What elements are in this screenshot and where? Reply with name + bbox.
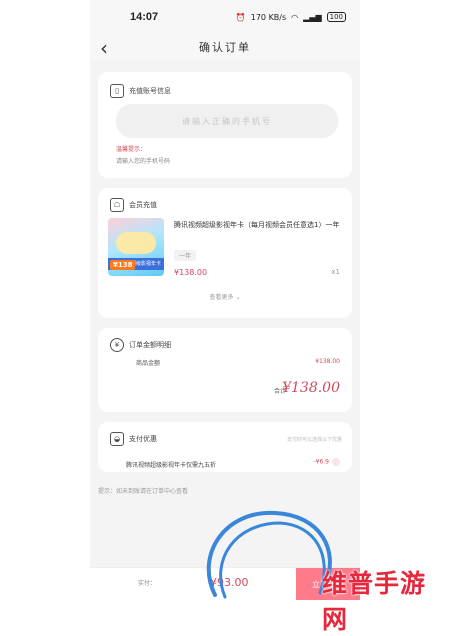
status-time: 14:07	[130, 11, 159, 23]
discount-card-title: 支付优惠	[129, 435, 157, 443]
footnote: 提示：如未到账请在订单中心查看	[98, 488, 189, 495]
discount-note: 支付时可以选择以下优惠	[286, 437, 342, 443]
goods-amount-value: ¥138.00	[315, 358, 340, 365]
product-card-title: 会员充值	[129, 201, 157, 209]
product-name: 腾讯视频超级影视年卡（每月视频会员任意选1）一年	[174, 221, 340, 229]
discount-card[interactable]: ◒ 支付优惠 支付时可以选择以下优惠 腾讯视频超级影视年卡仅需九五折 -¥6.9	[98, 422, 352, 472]
phone-icon: ▯	[110, 84, 124, 98]
product-image-art	[116, 232, 156, 254]
product-card-head: ☖ 会员充值	[110, 198, 157, 212]
wifi-icon: ◠	[291, 12, 299, 22]
product-card: ☖ 会员充值 超级影视年卡 ¥138 腾讯视频超级影视年卡（每月视频会员任意选1…	[98, 188, 352, 318]
product-price: ¥138.00	[174, 268, 208, 277]
chevron-down-icon: ⌄	[235, 294, 241, 301]
discount-dot-icon	[332, 458, 340, 466]
product-qty: x1	[331, 268, 340, 276]
goods-amount-label: 商品金额	[136, 360, 161, 367]
signal-icon: ▂▄▆	[303, 12, 322, 22]
product-image-tag: ¥138	[110, 260, 136, 270]
account-card-title: 充值账号信息	[129, 87, 171, 95]
account-card: ▯ 充值账号信息 温馨提示： 请输入您的手机号码	[98, 72, 352, 178]
status-bar: 14:07 ⏰ 170 KB/s ◠ ▂▄▆ 100	[90, 0, 360, 34]
net-speed: 170 KB/s	[250, 12, 287, 22]
page-title: 确认订单	[199, 41, 251, 54]
discount-badge-text: -¥6.9	[313, 458, 329, 466]
status-icons: ⏰ 170 KB/s ◠ ▂▄▆ 100	[236, 12, 346, 22]
product-spec: 一年	[174, 250, 197, 261]
yen-icon: ¥	[110, 338, 124, 352]
battery-icon: 100	[326, 12, 346, 22]
shop-icon: ☖	[110, 198, 124, 212]
watermark-logo: 维普手游网	[322, 569, 427, 634]
view-more-label: 查看更多	[209, 294, 234, 301]
product-image: 超级影视年卡 ¥138	[108, 218, 164, 276]
pay-label: 实付：	[138, 580, 157, 587]
tip-title: 温馨提示：	[116, 146, 147, 153]
tip-body: 请输入您的手机号码	[116, 158, 171, 165]
amount-card-title: 订单金额明细	[129, 341, 171, 349]
phone-number-input[interactable]	[116, 104, 338, 138]
view-more-link[interactable]: 查看更多 ⌄	[98, 292, 352, 301]
alarm-icon: ⏰	[235, 12, 246, 22]
nav-header: ‹ 确认订单	[90, 34, 360, 60]
account-card-head: ▯ 充值账号信息	[110, 84, 171, 98]
discount-card-head: ◒ 支付优惠	[110, 432, 157, 446]
back-arrow-icon[interactable]: ‹	[100, 36, 108, 60]
amount-card: ¥ 订单金额明细 商品金额 ¥138.00 合计 ¥138.00	[98, 328, 352, 412]
amount-card-head: ¥ 订单金额明细	[110, 338, 171, 352]
discount-badge: -¥6.9	[313, 458, 340, 466]
gift-bag-icon: ◒	[110, 432, 124, 446]
discount-item: 腾讯视频超级影视年卡仅需九五折	[126, 462, 217, 469]
total-value: ¥138.00	[282, 380, 340, 396]
